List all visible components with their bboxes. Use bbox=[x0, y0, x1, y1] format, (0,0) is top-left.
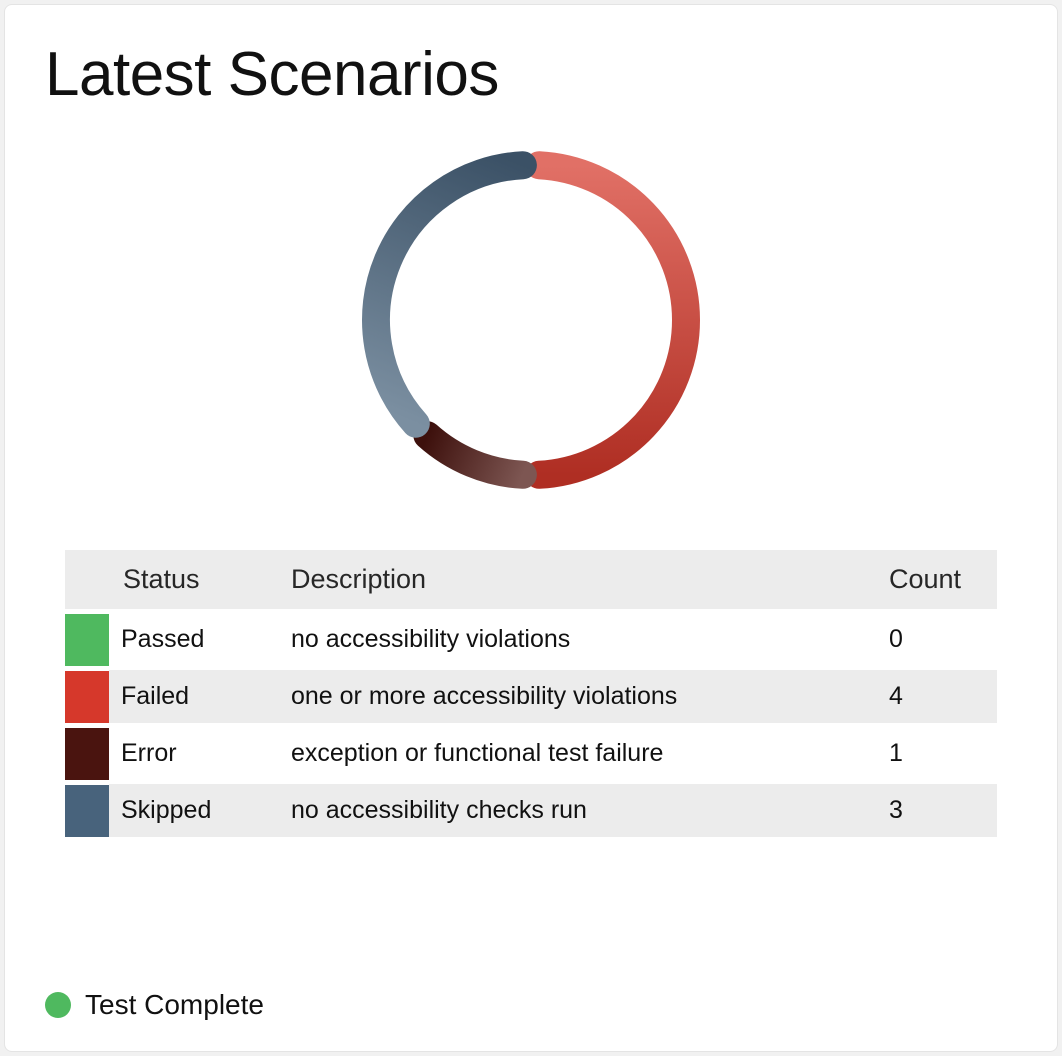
header-description: Description bbox=[279, 550, 877, 609]
error-swatch-icon bbox=[65, 728, 109, 780]
donut-segment-error bbox=[427, 435, 523, 475]
passed-swatch-icon bbox=[65, 614, 109, 666]
row-status: Passed bbox=[109, 613, 279, 666]
donut-chart-container bbox=[45, 122, 1017, 526]
donut-segment-skipped bbox=[376, 165, 523, 424]
row-status: Error bbox=[109, 727, 279, 780]
row-count: 3 bbox=[877, 784, 997, 837]
row-description: exception or functional test failure bbox=[279, 727, 877, 780]
header-status: Status bbox=[109, 550, 279, 609]
skipped-swatch-icon bbox=[65, 785, 109, 837]
row-count: 0 bbox=[877, 613, 997, 666]
row-description: one or more accessibility violations bbox=[279, 670, 877, 723]
header-swatch bbox=[65, 550, 109, 609]
row-count: 4 bbox=[877, 670, 997, 723]
scenarios-card: Latest Scenarios Status Description Coun… bbox=[4, 4, 1058, 1052]
footer-status: Test Complete bbox=[45, 989, 1017, 1027]
table-row: Skippedno accessibility checks run3 bbox=[65, 784, 997, 837]
donut-segment-failed bbox=[539, 165, 686, 475]
table-row: Failedone or more accessibility violatio… bbox=[65, 670, 997, 723]
row-swatch bbox=[65, 613, 109, 666]
row-swatch bbox=[65, 670, 109, 723]
row-swatch bbox=[65, 727, 109, 780]
failed-swatch-icon bbox=[65, 671, 109, 723]
row-count: 1 bbox=[877, 727, 997, 780]
row-status: Failed bbox=[109, 670, 279, 723]
page-title: Latest Scenarios bbox=[45, 39, 1017, 110]
row-swatch bbox=[65, 784, 109, 837]
footer-label: Test Complete bbox=[85, 989, 264, 1021]
row-status: Skipped bbox=[109, 784, 279, 837]
table-header-row: Status Description Count bbox=[65, 550, 997, 609]
table-row: Passedno accessibility violations0 bbox=[65, 613, 997, 666]
status-table: Status Description Count Passedno access… bbox=[65, 546, 997, 841]
donut-chart bbox=[351, 140, 711, 500]
table-row: Errorexception or functional test failur… bbox=[65, 727, 997, 780]
status-dot-icon bbox=[45, 992, 71, 1018]
row-description: no accessibility violations bbox=[279, 613, 877, 666]
header-count: Count bbox=[877, 550, 997, 609]
row-description: no accessibility checks run bbox=[279, 784, 877, 837]
